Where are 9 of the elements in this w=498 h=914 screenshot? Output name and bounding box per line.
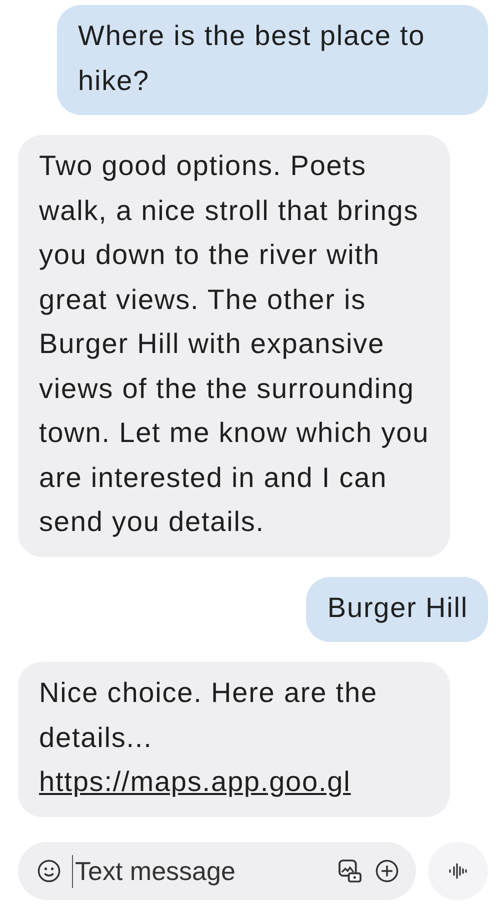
message-field[interactable]: Text message [18, 842, 416, 900]
message-text: Nice choice. Here are the details... [39, 677, 378, 752]
add-icon[interactable] [374, 858, 400, 884]
image-icon[interactable] [336, 857, 364, 885]
message-text: Two good options. Poets walk, a nice stroll that brings you down to the river with great views. The other is Burger Hill with expansive views of the the surrounding town. Let me know which you are interested in and I can send you details. [39, 150, 430, 537]
message-text: Where is the best place to hike? [78, 20, 426, 96]
emoji-icon[interactable] [36, 858, 62, 884]
message-text: Burger Hill [327, 592, 468, 622]
message-link[interactable]: https://maps.app.goo.gl [39, 760, 430, 804]
